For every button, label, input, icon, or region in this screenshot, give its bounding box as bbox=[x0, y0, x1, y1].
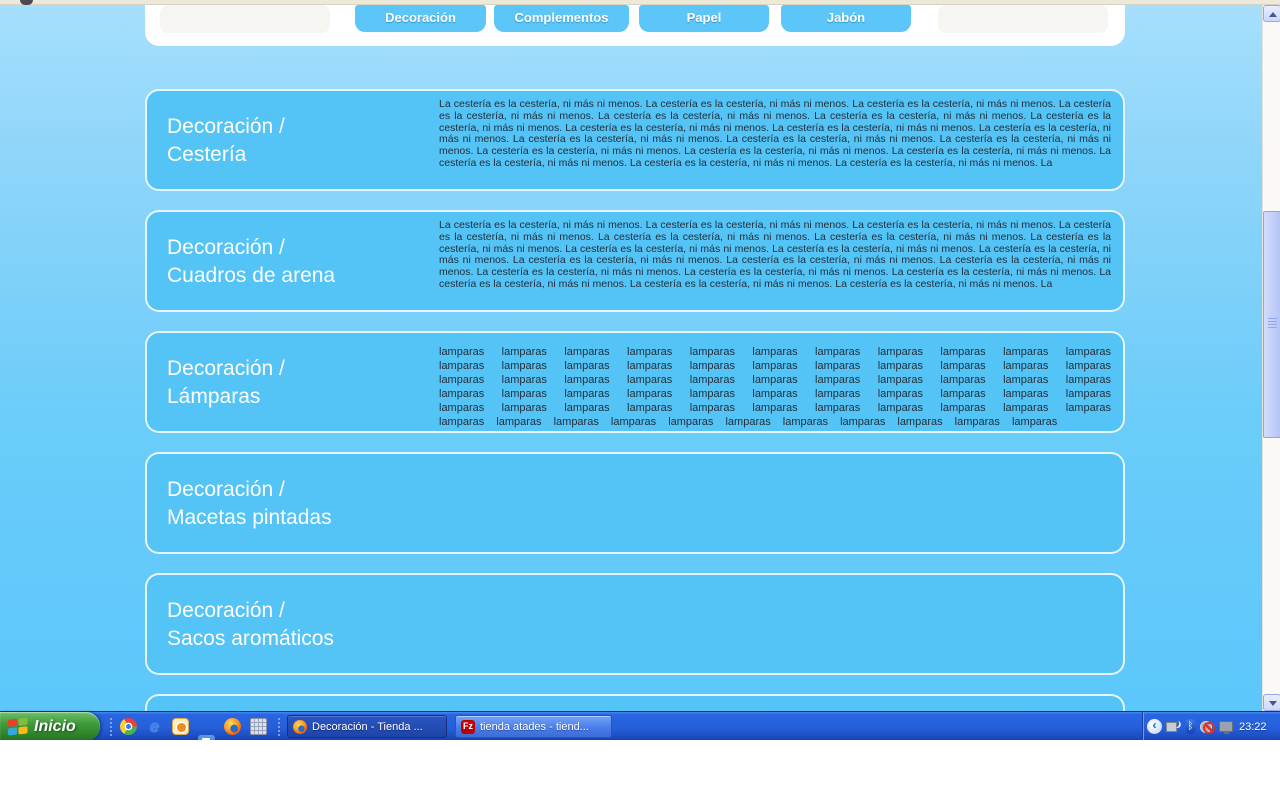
nav-button-jabon[interactable]: Jabón bbox=[781, 5, 911, 32]
category-title-line1: Decoración / bbox=[167, 236, 285, 259]
category-title-line1: Decoración / bbox=[167, 357, 285, 380]
chevron-up-icon bbox=[1269, 12, 1277, 17]
screen: Decoración Complementos Papel Jabón Deco… bbox=[0, 0, 1280, 800]
tray-clock[interactable]: 23:22 bbox=[1239, 721, 1267, 733]
category-card-cuadros-de-arena[interactable]: Decoración / Cuadros de arena La cesterí… bbox=[145, 210, 1125, 312]
quick-launch-separator bbox=[277, 717, 281, 736]
blank-margin bbox=[0, 740, 1280, 800]
chrome-icon[interactable] bbox=[120, 718, 137, 735]
nav-header-panel: Decoración Complementos Papel Jabón bbox=[145, 5, 1125, 46]
category-title-line1: Decoración / bbox=[167, 478, 285, 501]
category-title-line2: Cestería bbox=[167, 143, 247, 166]
quick-launch-separator bbox=[109, 717, 113, 736]
mail-icon[interactable] bbox=[172, 718, 189, 735]
collapse-chevron-icon[interactable]: ‹ bbox=[1147, 719, 1162, 734]
category-title: Decoración / Macetas pintadas bbox=[167, 476, 332, 532]
category-description: La cestería es la cestería, ni más ni me… bbox=[439, 220, 1111, 290]
taskbar: Inicio e Decoración - Tienda ... Fz tien… bbox=[0, 711, 1280, 752]
scrollbar-thumb[interactable] bbox=[1263, 211, 1280, 438]
network-icon[interactable] bbox=[1166, 720, 1181, 733]
chevron-down-icon bbox=[1269, 701, 1277, 706]
category-title-line2: Sacos aromáticos bbox=[167, 627, 334, 650]
category-card-macetas-pintadas[interactable]: Decoración / Macetas pintadas bbox=[145, 452, 1125, 554]
taskbar-window-label: Decoración - Tienda ... bbox=[312, 720, 423, 733]
internet-explorer-icon[interactable]: e bbox=[146, 718, 163, 735]
nav-button-decoracion[interactable]: Decoración bbox=[355, 5, 486, 32]
category-title-line1: Decoración / bbox=[167, 599, 285, 622]
category-title: Decoración / Cuadros de arena bbox=[167, 234, 335, 290]
firefox-icon bbox=[293, 719, 307, 734]
category-card-cesteria[interactable]: Decoración / Cestería La cestería es la … bbox=[145, 89, 1125, 191]
page-viewport: Decoración Complementos Papel Jabón Deco… bbox=[0, 5, 1262, 711]
start-button-label: Inicio bbox=[34, 717, 76, 735]
category-title-line1: Decoración / bbox=[167, 115, 285, 138]
taskbar-window-label: tienda atades - tiend... bbox=[480, 720, 589, 733]
bluetooth-icon[interactable]: ᛒ bbox=[1185, 719, 1196, 734]
scroll-down-button[interactable] bbox=[1263, 694, 1280, 711]
category-card-sacos-aromaticos[interactable]: Decoración / Sacos aromáticos bbox=[145, 573, 1125, 675]
category-description: La cestería es la cestería, ni más ni me… bbox=[439, 99, 1111, 169]
nav-placeholder-right[interactable] bbox=[938, 5, 1108, 33]
category-description: lamparas lamparas lamparas lamparas lamp… bbox=[439, 346, 1111, 428]
taskbar-window-decoracion-tienda[interactable]: Decoración - Tienda ... bbox=[287, 715, 447, 738]
scrollbar-grip-icon bbox=[1268, 318, 1277, 329]
category-title-line2: Macetas pintadas bbox=[167, 506, 332, 529]
category-card-partial[interactable] bbox=[145, 694, 1125, 711]
nav-button-papel[interactable]: Papel bbox=[639, 5, 769, 32]
display-icon[interactable] bbox=[1219, 721, 1233, 734]
filezilla-icon: Fz bbox=[461, 719, 475, 734]
category-title: Decoración / Sacos aromáticos bbox=[167, 597, 334, 653]
taskbar-window-tienda-atades[interactable]: Fz tienda atades - tiend... bbox=[455, 715, 612, 738]
start-button[interactable]: Inicio bbox=[0, 712, 100, 741]
system-tray: ‹ ᛒ 23:22 bbox=[1142, 712, 1280, 741]
nav-placeholder-left[interactable] bbox=[160, 5, 330, 33]
category-title-line2: Lámparas bbox=[167, 385, 261, 408]
vertical-scrollbar[interactable] bbox=[1262, 5, 1280, 711]
firefox-icon[interactable] bbox=[224, 718, 241, 735]
category-title: Decoración / Cestería bbox=[167, 113, 285, 169]
calculator-icon[interactable] bbox=[250, 718, 267, 735]
nav-button-complementos[interactable]: Complementos bbox=[494, 5, 629, 32]
blocked-device-icon[interactable] bbox=[1200, 719, 1215, 734]
category-title: Decoración / Lámparas bbox=[167, 355, 285, 411]
category-title-line2: Cuadros de arena bbox=[167, 264, 336, 287]
category-card-lamparas[interactable]: Decoración / Lámparas lamparas lamparas … bbox=[145, 331, 1125, 433]
windows-flag-icon bbox=[8, 717, 28, 735]
scroll-up-button[interactable] bbox=[1263, 5, 1280, 22]
